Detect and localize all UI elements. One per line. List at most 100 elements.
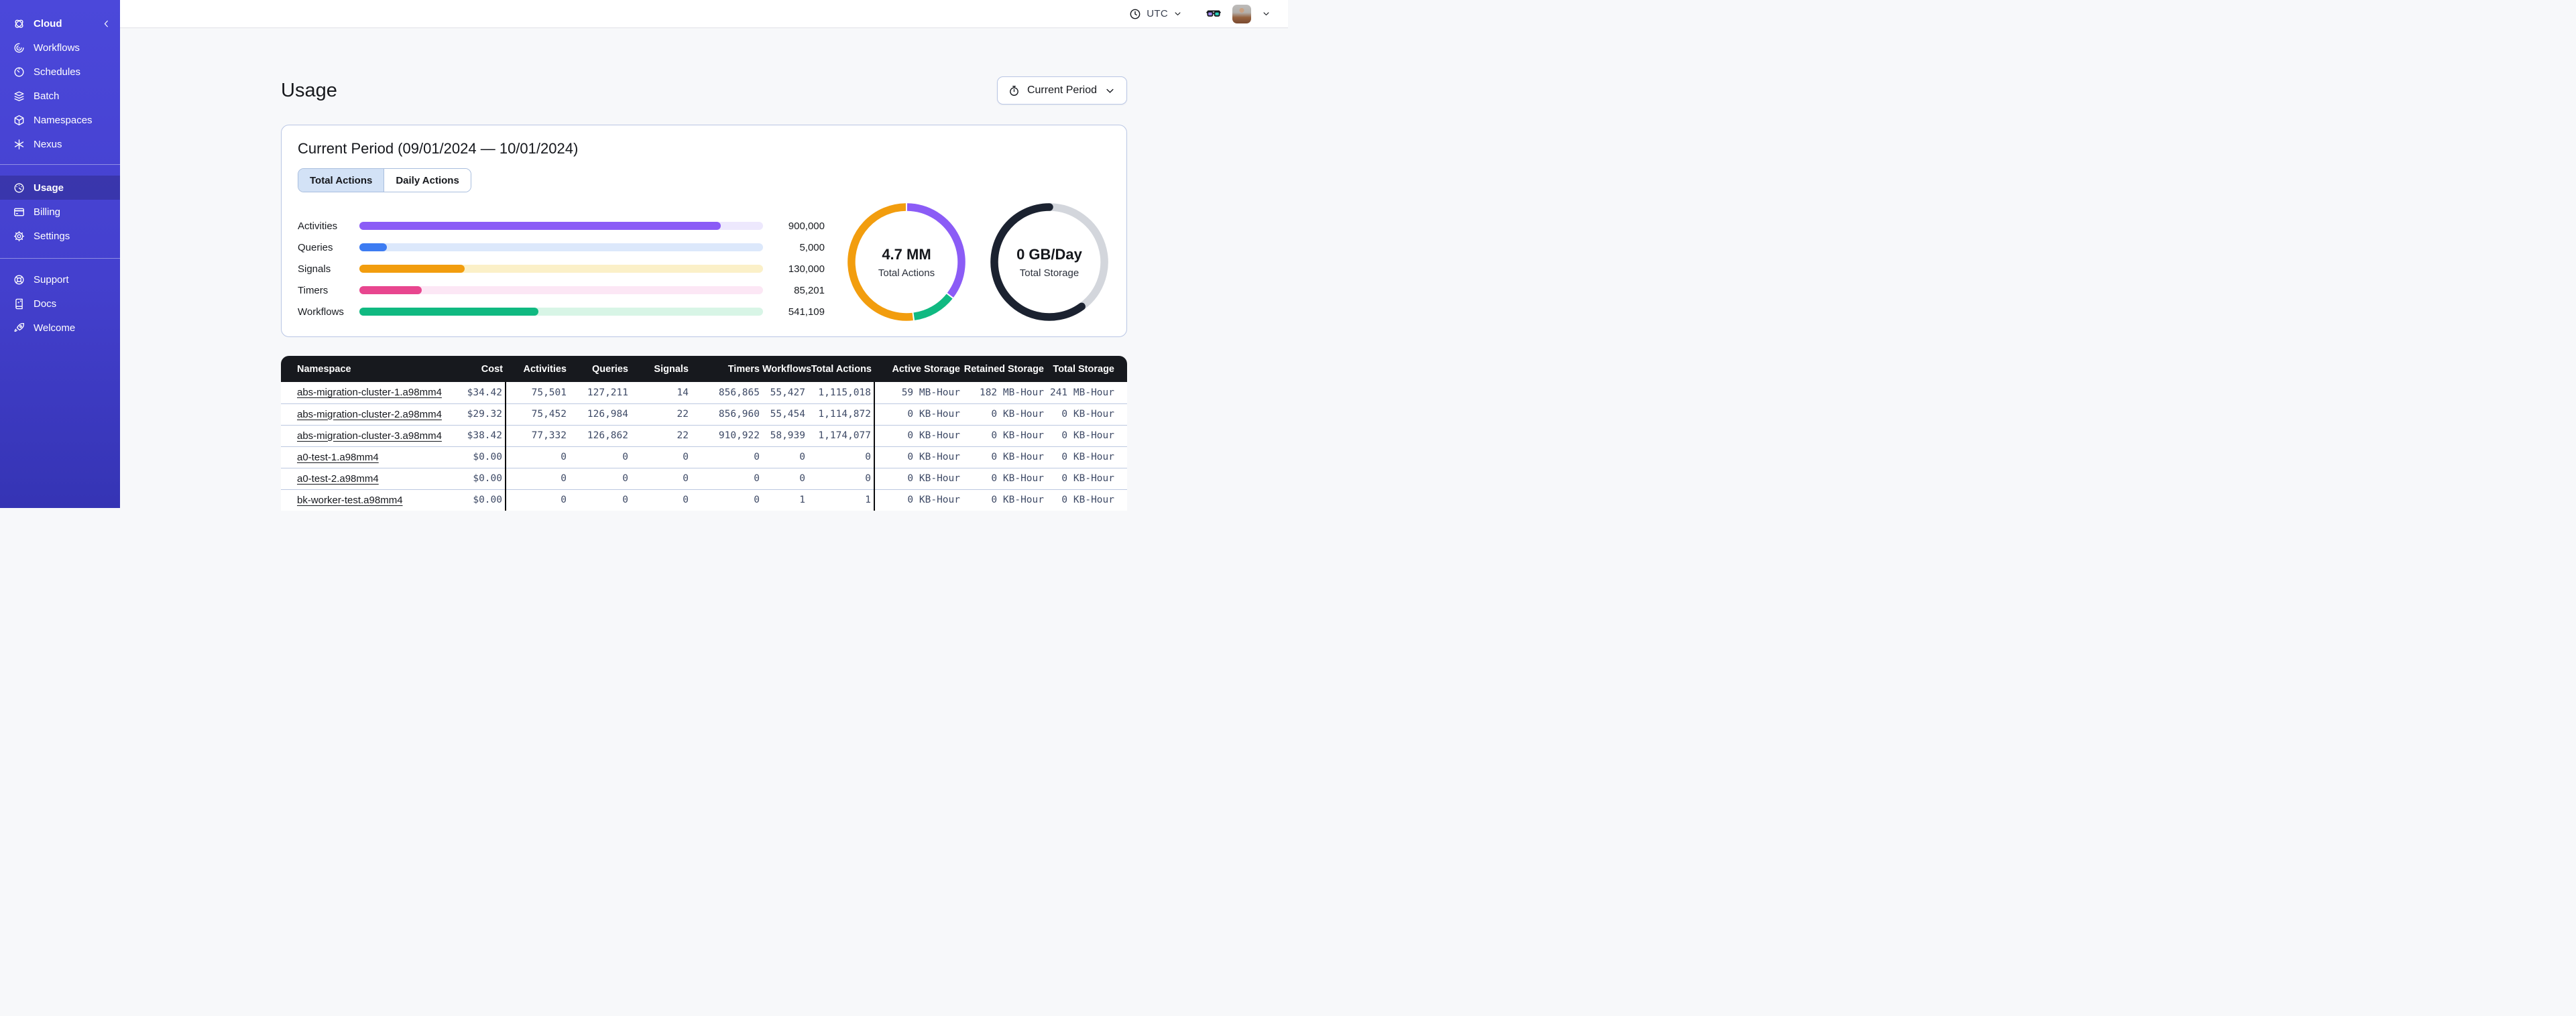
nexus-icon <box>13 138 25 151</box>
value-cell: 0 KB-Hour <box>963 403 1047 425</box>
value-cell: 1 <box>762 489 808 511</box>
value-cell: 59 MB-Hour <box>874 382 963 403</box>
tab-daily-actions[interactable]: Daily Actions <box>384 169 471 192</box>
total-storage-donut: 0 GB/Day Total Storage <box>989 202 1110 322</box>
sidebar-item-namespaces[interactable]: Namespaces <box>0 108 120 132</box>
namespace-link[interactable]: abs-migration-cluster-3.a98mm4 <box>297 430 442 442</box>
value-cell: 0 KB-Hour <box>963 424 1047 446</box>
sidebar-item-welcome[interactable]: Welcome <box>0 316 120 340</box>
value-cell: 77,332 <box>505 424 569 446</box>
period-select-button[interactable]: Current Period <box>996 76 1127 105</box>
bar-track <box>359 243 763 251</box>
namespace-cell: a0-test-1.a98mm4 <box>281 446 435 468</box>
value-cell: $0.00 <box>435 446 506 468</box>
table-row: a0-test-2.a98mm4 $0.00 0 0 0 0 0 0 0 KB-Hour 0 KB… <box>281 467 1127 489</box>
value-cell: 0 KB-Hour <box>963 446 1047 468</box>
table-row: abs-migration-cluster-3.a98mm4 $38.42 77,3… <box>281 424 1127 446</box>
value-cell: 55,454 <box>762 403 808 425</box>
bar-value: 5,000 <box>799 241 825 253</box>
namespace-cell: a0-test-2.a98mm4 <box>281 467 435 489</box>
donut-value: 0 GB/Day <box>1016 245 1082 263</box>
sidebar-item-label: Welcome <box>34 322 76 334</box>
value-cell: 0 <box>808 446 874 468</box>
bar-fill <box>359 265 465 273</box>
value-cell: 856,865 <box>691 382 762 403</box>
namespace-cell: abs-migration-cluster-3.a98mm4 <box>281 424 442 446</box>
value-cell: $0.00 <box>435 489 506 511</box>
period-button-label: Current Period <box>1027 84 1097 96</box>
sidebar-item-label: Settings <box>34 230 70 242</box>
table-body: abs-migration-cluster-1.a98mm4 $34.42 75,5… <box>281 382 1127 511</box>
namespace-link[interactable]: a0-test-1.a98mm4 <box>297 452 379 463</box>
avatar[interactable] <box>1232 4 1251 23</box>
tab-total-actions[interactable]: Total Actions <box>298 169 384 192</box>
sidebar-cloud-label: Cloud <box>34 17 62 29</box>
value-cell: 75,452 <box>505 403 569 425</box>
table-row: abs-migration-cluster-1.a98mm4 $34.42 75,5… <box>281 382 1127 403</box>
sidebar-item-docs[interactable]: Docs <box>0 292 120 316</box>
sidebar-item-label: Nexus <box>34 138 62 150</box>
value-cell: 14 <box>631 382 691 403</box>
value-cell: 0 <box>569 489 631 511</box>
usage-summary-card: Current Period (09/01/2024 — 10/01/2024)… <box>281 125 1127 337</box>
bar-fill <box>359 243 387 251</box>
column-header-total-storage: Total Storage <box>1047 356 1127 382</box>
column-header-activities: Activities <box>506 356 569 382</box>
value-cell: 0 <box>691 446 762 468</box>
namespace-link[interactable]: abs-migration-cluster-1.a98mm4 <box>297 387 442 398</box>
timezone-selector[interactable]: UTC <box>1128 7 1183 21</box>
column-header-namespace: Namespace <box>281 356 435 382</box>
namespace-cell: abs-migration-cluster-1.a98mm4 <box>281 382 442 403</box>
timezone-label: UTC <box>1147 8 1168 19</box>
bar-label: Queries <box>298 241 333 253</box>
bar-label: Signals <box>298 263 331 275</box>
value-cell: 126,862 <box>569 424 631 446</box>
value-cell: 0 <box>762 446 808 468</box>
value-cell: 1,114,872 <box>808 403 874 425</box>
value-cell: 0 KB-Hour <box>1047 424 1127 446</box>
billing-icon <box>13 206 25 218</box>
sidebar-item-label: Support <box>34 273 69 285</box>
labs-glasses-icon[interactable] <box>1205 5 1222 23</box>
donut-label: Total Storage <box>1019 267 1079 279</box>
bar-label: Workflows <box>298 306 344 318</box>
sidebar-item-workflows[interactable]: Workflows <box>0 36 120 60</box>
sidebar-item-usage[interactable]: Usage <box>0 176 120 200</box>
value-cell: 0 KB-Hour <box>963 489 1047 511</box>
sidebar-item-label: Usage <box>34 182 64 194</box>
value-cell: 0 <box>691 467 762 489</box>
column-header-workflows: Workflows <box>762 356 811 382</box>
sidebar-item-support[interactable]: Support <box>0 267 120 292</box>
sidebar-item-cloud[interactable]: Cloud <box>0 11 120 36</box>
value-cell: 0 <box>569 467 631 489</box>
sidebar-item-billing[interactable]: Billing <box>0 200 120 224</box>
sidebar-item-label: Docs <box>34 298 57 310</box>
namespace-link[interactable]: abs-migration-cluster-2.a98mm4 <box>297 409 442 420</box>
sidebar-item-nexus[interactable]: Nexus <box>0 132 120 156</box>
sidebar-item-settings[interactable]: Settings <box>0 224 120 248</box>
sidebar-nav-sections: Workflows Schedules Batch Namespaces Nexus Us… <box>0 36 120 340</box>
value-cell: 241 MB-Hour <box>1047 382 1127 403</box>
account-menu-chevron-icon[interactable] <box>1261 9 1271 19</box>
value-cell: 55,427 <box>762 382 808 403</box>
namespace-link[interactable]: bk-worker-test.a98mm4 <box>297 495 403 506</box>
sidebar-item-schedules[interactable]: Schedules <box>0 60 120 84</box>
table-row: abs-migration-cluster-2.a98mm4 $29.32 75,4… <box>281 403 1127 425</box>
table-header-row: Namespace Cost Activities Queries Signals Tim… <box>281 356 1127 382</box>
usage-donuts: 4.7 MM Total Actions 0 GB/Day Total Storag… <box>846 202 1110 322</box>
value-cell: 0 KB-Hour <box>1047 403 1127 425</box>
bar-fill <box>359 308 538 316</box>
schedules-icon <box>13 66 25 78</box>
sidebar-item-batch[interactable]: Batch <box>0 84 120 108</box>
donut-value: 4.7 MM <box>882 245 931 263</box>
namespace-link[interactable]: a0-test-2.a98mm4 <box>297 473 379 485</box>
actions-tabs: Total Actions Daily Actions <box>298 168 471 192</box>
value-cell: 0 <box>808 467 874 489</box>
namespace-cell: bk-worker-test.a98mm4 <box>281 489 435 511</box>
column-header-signals: Signals <box>631 356 691 382</box>
value-cell: $0.00 <box>435 467 506 489</box>
sidebar: Cloud Workflows Schedules Batch Namespaces N… <box>0 0 120 508</box>
value-cell: 0 <box>762 467 808 489</box>
page-title: Usage <box>281 79 337 101</box>
collapse-sidebar-icon[interactable] <box>101 18 112 29</box>
